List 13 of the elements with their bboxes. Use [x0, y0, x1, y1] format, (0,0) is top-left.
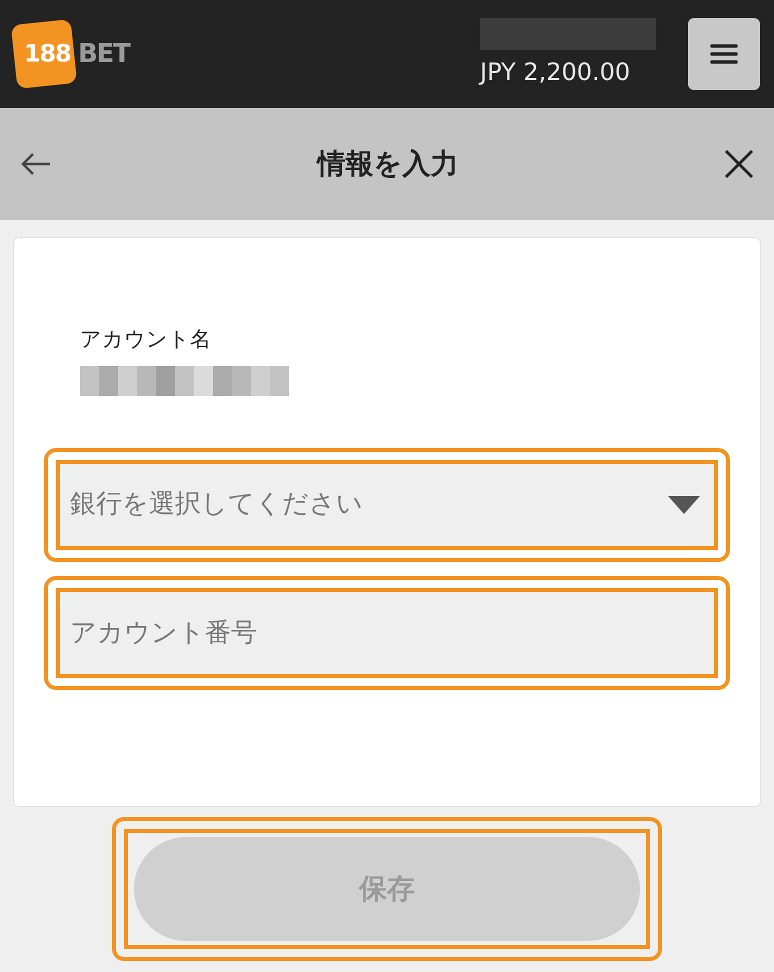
logo-number: 188	[23, 38, 70, 70]
bank-select[interactable]: 銀行を選択してください	[60, 464, 714, 546]
logo-word: BET	[78, 38, 130, 70]
menu-icon	[709, 42, 739, 66]
balance: JPY 2,200.00	[480, 57, 630, 88]
account-number-field[interactable]: アカウント番号	[60, 592, 714, 674]
menu-button[interactable]	[688, 18, 760, 90]
account-name-label: アカウント名	[80, 326, 212, 353]
dropdown-triangle-icon	[668, 496, 700, 514]
close-button[interactable]	[722, 147, 756, 181]
page-title: 情報を入力	[318, 146, 458, 182]
close-icon	[724, 149, 754, 179]
back-arrow-icon	[20, 151, 52, 177]
